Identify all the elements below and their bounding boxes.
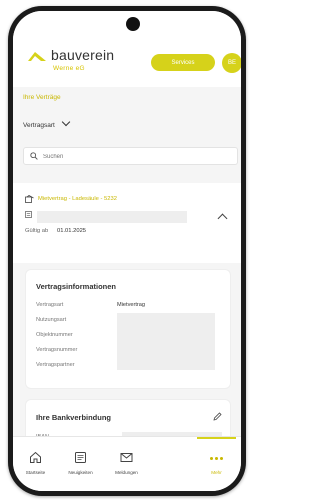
search-icon xyxy=(30,152,38,160)
home-icon xyxy=(30,451,41,463)
news-icon xyxy=(75,452,86,463)
logo-name: bauverein xyxy=(51,47,115,63)
valid-from-label: Gültig ab xyxy=(25,228,49,234)
nav-label: Meldungen xyxy=(115,470,138,475)
nav-item-home[interactable]: Startseite xyxy=(13,437,58,491)
phone-frame: bauverein Werne eG Services BE Ihre Vert… xyxy=(8,6,246,496)
nav-label: Neuigkeiten xyxy=(68,470,93,475)
info-row-label: Vertragsart xyxy=(36,302,64,308)
contract-type-filter[interactable]: Vertragsart xyxy=(23,117,70,129)
valid-from-value: 01.01.2025 xyxy=(57,228,87,234)
nav-label: Startseite xyxy=(25,470,46,475)
chevron-up-icon[interactable] xyxy=(217,213,228,224)
more-icon xyxy=(210,457,224,461)
page-title: Ihre Verträge xyxy=(23,94,61,101)
contract-card[interactable]: Mietvertrag - Ladesäule - 5232 Gültig ab… xyxy=(13,183,241,263)
chevron-down-icon xyxy=(61,117,70,127)
bank-details-title: Ihre Bankverbindung xyxy=(36,413,112,422)
logo-subtitle: Werne eG xyxy=(53,65,85,72)
info-row-label: Vertragspartner xyxy=(36,362,75,368)
services-button[interactable]: Services xyxy=(151,54,215,71)
bottom-navigation: Startseite Neuigkeiten Meldungen Mehr xyxy=(13,436,241,491)
contract-title[interactable]: Mietvertrag - Ladesäule - 5232 xyxy=(38,196,117,202)
nav-item-more[interactable]: Mehr xyxy=(194,437,239,491)
info-row-label: Objektnummer xyxy=(36,332,73,338)
pencil-icon[interactable] xyxy=(213,412,222,421)
search-field[interactable] xyxy=(23,147,238,165)
front-camera xyxy=(126,17,140,31)
info-row-label: Nutzungsart xyxy=(36,317,67,323)
info-row-label: Vertragsnummer xyxy=(36,347,78,353)
charging-station-icon xyxy=(25,195,34,203)
filter-label: Vertragsart xyxy=(23,122,55,129)
document-icon xyxy=(25,211,32,218)
search-input[interactable] xyxy=(41,150,225,164)
nav-label: Mehr xyxy=(211,470,222,475)
contract-information-title: Vertragsinformationen xyxy=(36,282,117,291)
active-indicator xyxy=(197,437,236,439)
nav-item-news[interactable]: Neuigkeiten xyxy=(58,437,103,491)
contract-information-card: Vertragsinformationen Vertragsart Nutzun… xyxy=(25,269,231,389)
logo-roof-icon xyxy=(28,52,46,61)
contract-type-value: Mietvertrag xyxy=(117,302,145,308)
mail-icon xyxy=(120,453,133,462)
app-screen: bauverein Werne eG Services BE Ihre Vert… xyxy=(13,11,241,491)
contract-address-placeholder xyxy=(37,211,187,223)
nav-item-messages[interactable]: Meldungen xyxy=(104,437,149,491)
redacted-values xyxy=(117,313,215,370)
avatar[interactable]: BE xyxy=(222,53,241,73)
